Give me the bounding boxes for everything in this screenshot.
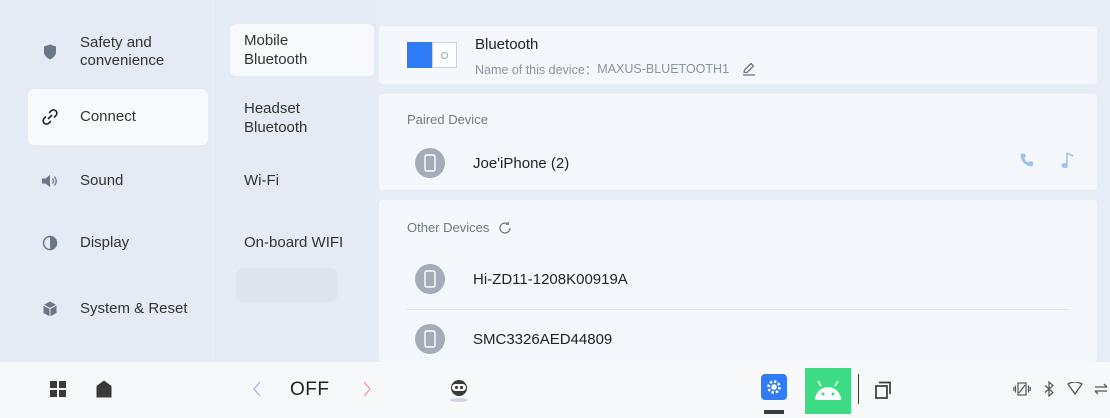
sidebar-item-label: System & Reset: [80, 300, 188, 317]
other-devices-title: Other Devices: [407, 220, 490, 235]
sidebar-item-label: Safety and convenience: [80, 34, 165, 69]
other-device-row[interactable]: SMC3326AED44809: [415, 318, 1075, 360]
sidebar-item-display[interactable]: Display: [28, 215, 208, 271]
phone-icon: [415, 324, 445, 354]
android-app-icon[interactable]: [805, 368, 851, 414]
bluetooth-status-icon: [1043, 381, 1055, 397]
assistant-robot-icon[interactable]: [449, 377, 469, 403]
recent-apps-icon[interactable]: [875, 381, 891, 399]
other-devices-card: Other Devices Hi-ZD11-1208K00919A SMC332…: [379, 200, 1097, 362]
bluetooth-card: Bluetooth Name of this device： MAXUS-BLU…: [379, 26, 1097, 84]
bluetooth-title: Bluetooth: [475, 36, 539, 53]
chevron-right-icon[interactable]: [363, 381, 371, 397]
toggle-knob: [432, 42, 457, 68]
sidebar-item-sound[interactable]: Sound: [28, 153, 208, 209]
subnav-onboard-wifi[interactable]: On-board WIFI: [230, 216, 374, 268]
section-title: Other Devices: [407, 220, 512, 235]
sidebar-item-label: Connect: [80, 108, 136, 125]
sidebar-item-system-reset[interactable]: System & Reset: [28, 281, 208, 337]
phone-icon: [415, 264, 445, 294]
contrast-icon: [32, 235, 68, 251]
ac-status-label: OFF: [290, 379, 330, 400]
device-name-value: MAXUS-BLUETOOTH1: [597, 61, 730, 76]
toggle-on-segment: [407, 42, 432, 68]
subnav-headset-bluetooth[interactable]: Headset Bluetooth: [230, 92, 374, 144]
cube-icon: [32, 301, 68, 317]
phone-call-icon[interactable]: [1019, 152, 1035, 175]
apps-grid-icon[interactable]: [50, 381, 66, 397]
sidebar-item-connect[interactable]: Connect: [28, 89, 208, 145]
active-app-indicator: [764, 410, 784, 414]
subnav-placeholder: [236, 268, 338, 302]
subnav-label: On-board WIFI: [244, 233, 344, 251]
category-sidebar: Safety and convenience Connect Sound Dis…: [0, 0, 212, 362]
subnav-mobile-bluetooth[interactable]: Mobile Bluetooth: [230, 24, 374, 76]
sidebar-item-label: Sound: [80, 172, 124, 189]
subnav-label: Headset Bluetooth: [244, 100, 308, 136]
speaker-icon: [32, 174, 68, 188]
shield-icon: [32, 44, 68, 60]
vibrate-icon: [1013, 382, 1031, 396]
home-icon[interactable]: [96, 380, 112, 398]
paired-device-row[interactable]: Joe'iPhone (2): [415, 142, 1075, 184]
subnav-label: Mobile Bluetooth: [244, 32, 308, 68]
sidebar-item-label: Display: [80, 234, 130, 251]
bluetooth-toggle[interactable]: [407, 42, 457, 68]
section-title: Paired Device: [407, 112, 488, 127]
phone-icon: [415, 148, 445, 178]
bottom-taskbar: OFF: [0, 362, 1110, 418]
device-name-line: Name of this device： MAXUS-BLUETOOTH1: [475, 59, 757, 78]
other-device-row[interactable]: Hi-ZD11-1208K00919A: [415, 258, 1075, 300]
settings-app-icon[interactable]: [761, 374, 787, 400]
device-name: Joe'iPhone (2): [473, 154, 570, 172]
wifi-status-icon: [1067, 382, 1083, 395]
subnav-wifi[interactable]: Wi-Fi: [230, 154, 374, 206]
taskbar-divider: [858, 374, 859, 404]
refresh-icon[interactable]: [498, 221, 512, 235]
paired-devices-card: Paired Device Joe'iPhone (2): [379, 94, 1097, 190]
edit-icon[interactable]: [741, 62, 757, 76]
row-divider: [407, 309, 1069, 310]
chevron-left-icon[interactable]: [253, 381, 261, 397]
music-note-icon[interactable]: [1061, 152, 1075, 175]
link-icon: [32, 108, 68, 126]
sidebar-item-safety[interactable]: Safety and convenience: [28, 24, 208, 80]
subnav-label: Wi-Fi: [244, 171, 279, 189]
connect-subnav: Mobile Bluetooth Headset Bluetooth Wi-Fi…: [214, 0, 376, 362]
device-actions: [1019, 152, 1075, 175]
device-name-label: Name of this device：: [475, 63, 598, 77]
device-name: Hi-ZD11-1208K00919A: [473, 270, 628, 288]
usb-status-icon: [1094, 383, 1108, 395]
device-name: SMC3326AED44809: [473, 330, 613, 348]
